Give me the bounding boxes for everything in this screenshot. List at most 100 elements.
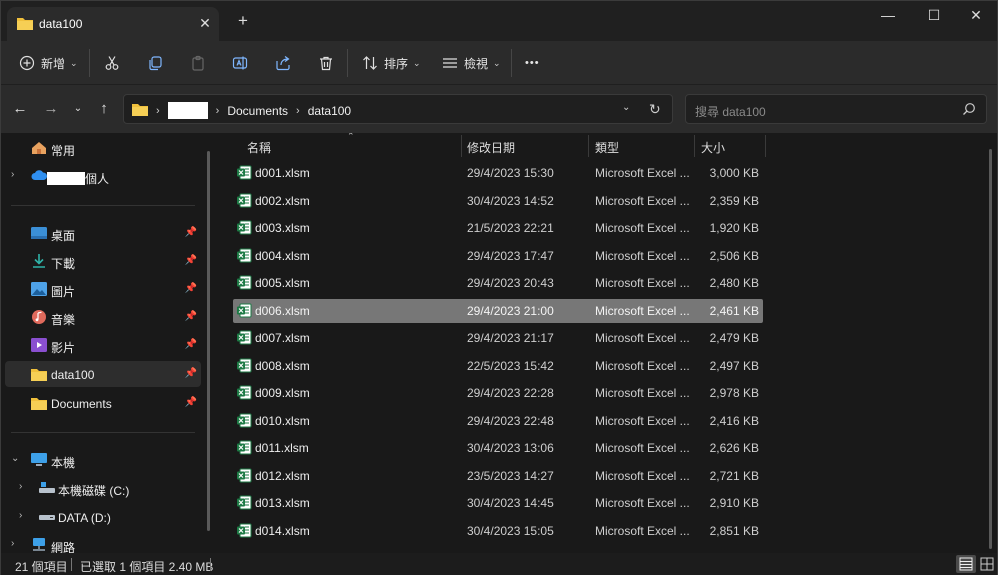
computer-icon	[31, 453, 47, 467]
column-divider[interactable]	[694, 135, 695, 157]
address-bar[interactable]: › › Documents › data100 ⌄ ↻	[123, 94, 673, 124]
file-size: 2,480 KB	[709, 276, 759, 290]
file-name: d010.xlsm	[255, 413, 310, 428]
minimize-button[interactable]: —	[865, 1, 911, 29]
table-row[interactable]: d002.xlsm 30/4/2023 14:52 Microsoft Excel …	[233, 189, 763, 213]
redacted-user-folder[interactable]	[167, 102, 208, 119]
breadcrumb-documents[interactable]: Documents	[227, 104, 288, 118]
column-divider[interactable]	[588, 135, 589, 157]
pin-icon[interactable]: 📌	[185, 368, 197, 379]
table-row[interactable]: d004.xlsm 29/4/2023 17:47 Microsoft Excel …	[233, 244, 763, 268]
paste-button[interactable]	[190, 49, 206, 77]
new-button[interactable]: 新增 ⌄	[19, 49, 78, 77]
table-row[interactable]: d008.xlsm 22/5/2023 15:42 Microsoft Excel …	[233, 354, 763, 378]
up-arrow-icon[interactable]: ↑	[94, 99, 114, 119]
table-row[interactable]: d013.xlsm 30/4/2023 14:45 Microsoft Excel …	[233, 491, 763, 515]
file-modified-date: 30/4/2023 14:52	[467, 193, 554, 208]
folder-icon	[132, 102, 148, 119]
column-divider[interactable]	[461, 135, 462, 157]
pin-icon[interactable]: 📌	[185, 283, 197, 294]
table-row[interactable]: d007.xlsm 29/4/2023 21:17 Microsoft Excel …	[233, 326, 763, 350]
chevron-right-icon[interactable]: ›	[11, 538, 14, 549]
sidebar-item-drive-d[interactable]: › DATA (D:)	[5, 504, 201, 530]
file-name: d003.xlsm	[255, 221, 310, 235]
sort-button[interactable]: 排序 ⌄	[362, 49, 421, 77]
toolbar-divider	[511, 49, 512, 77]
chevron-right-icon[interactable]: ›	[19, 481, 22, 492]
sidebar-item-downloads[interactable]: 下載 📌	[5, 248, 201, 274]
table-row[interactable]: d009.xlsm 29/4/2023 22:28 Microsoft Excel …	[233, 381, 763, 405]
chevron-right-icon[interactable]: ›	[11, 169, 14, 180]
sidebar-label-onedrive: 個人	[85, 172, 110, 186]
back-arrow-icon[interactable]: ←	[10, 99, 30, 119]
copy-icon	[147, 55, 163, 71]
thumbnails-view-icon[interactable]	[977, 555, 997, 573]
search-icon[interactable]	[962, 102, 976, 119]
share-button[interactable]	[275, 49, 291, 77]
sidebar-item-home[interactable]: 常用	[5, 135, 201, 161]
chevron-down-icon: ⌄	[70, 57, 78, 68]
sidebar-item-desktop[interactable]: 桌面 📌	[5, 220, 201, 246]
table-row[interactable]: d003.xlsm 21/5/2023 22:21 Microsoft Excel …	[233, 216, 763, 240]
tab-data100[interactable]: data100 ✕	[7, 7, 219, 41]
close-tab-icon[interactable]: ✕	[195, 13, 215, 33]
forward-arrow-icon[interactable]: →	[41, 99, 61, 119]
sidebar-item-drive-c[interactable]: › 本機磁碟 (C:)	[5, 475, 201, 501]
file-list-scrollbar[interactable]	[989, 149, 992, 549]
sidebar-item-pictures[interactable]: 圖片 📌	[5, 276, 201, 302]
file-size: 2,910 KB	[709, 496, 759, 510]
column-divider[interactable]	[765, 135, 766, 157]
copy-button[interactable]	[147, 49, 163, 77]
pin-icon[interactable]: 📌	[185, 397, 197, 408]
sidebar-item-this-pc[interactable]: ⌄ 本機	[5, 447, 201, 473]
file-modified-date: 23/5/2023 14:27	[467, 468, 554, 483]
search-box[interactable]: 搜尋 data100	[685, 94, 987, 124]
file-modified-date: 22/5/2023 15:42	[467, 358, 554, 373]
sidebar-item-onedrive[interactable]: › 個人	[5, 163, 201, 189]
table-row[interactable]: d014.xlsm 30/4/2023 15:05 Microsoft Excel …	[233, 519, 763, 543]
chevron-down-icon[interactable]: ⌄	[11, 453, 19, 464]
cloud-icon	[31, 169, 48, 183]
details-view-icon[interactable]	[956, 555, 976, 573]
view-button[interactable]: 檢視 ⌄	[442, 49, 501, 77]
file-name: d005.xlsm	[255, 276, 310, 290]
chevron-right-icon[interactable]: ›	[19, 510, 22, 521]
new-tab-button[interactable]: +	[233, 11, 253, 31]
sidebar-scrollbar[interactable]	[207, 151, 210, 531]
refresh-icon[interactable]: ↻	[649, 101, 661, 118]
table-row[interactable]: d012.xlsm 23/5/2023 14:27 Microsoft Excel …	[233, 464, 763, 488]
table-row[interactable]: d010.xlsm 29/4/2023 22:48 Microsoft Excel …	[233, 409, 763, 433]
address-history-chevron-icon[interactable]: ⌄	[622, 102, 630, 113]
column-header-modified[interactable]: 修改日期	[467, 139, 515, 156]
maximize-button[interactable]: ☐	[911, 1, 957, 29]
pin-icon[interactable]: 📌	[185, 339, 197, 350]
table-row[interactable]: d001.xlsm 29/4/2023 15:30 Microsoft Excel …	[233, 161, 763, 185]
column-header-name[interactable]: 名稱	[247, 139, 271, 156]
excel-file-icon	[237, 330, 252, 348]
command-bar: 新增 ⌄ 排序 ⌄ 檢視 ⌄ •••	[1, 41, 997, 85]
pin-icon[interactable]: 📌	[185, 311, 197, 322]
table-row[interactable]: d006.xlsm 29/4/2023 21:00 Microsoft Excel …	[233, 298, 763, 323]
sidebar-divider	[11, 205, 195, 206]
excel-file-icon	[237, 303, 252, 321]
sidebar-item-documents[interactable]: Documents 📌	[5, 390, 201, 416]
sidebar-label-home: 常用	[51, 144, 76, 158]
sidebar-item-videos[interactable]: 影片 📌	[5, 332, 201, 358]
table-row[interactable]: d005.xlsm 29/4/2023 20:43 Microsoft Excel …	[233, 271, 763, 295]
sort-ascending-icon: ⌃	[347, 133, 355, 141]
close-window-button[interactable]: ✕	[953, 1, 998, 29]
sidebar-item-data100[interactable]: data100 📌	[5, 361, 201, 387]
rename-button[interactable]	[232, 49, 248, 77]
pin-icon[interactable]: 📌	[185, 227, 197, 238]
pin-icon[interactable]: 📌	[185, 255, 197, 266]
cut-button[interactable]	[104, 49, 120, 77]
recent-locations-icon[interactable]: ⌄	[68, 99, 88, 119]
delete-button[interactable]	[318, 49, 334, 77]
sidebar-item-music[interactable]: 音樂 📌	[5, 304, 201, 330]
column-header-size[interactable]: 大小	[701, 139, 725, 156]
breadcrumb-data100[interactable]: data100	[308, 104, 351, 118]
more-options-button[interactable]: •••	[525, 49, 540, 77]
table-row[interactable]: d011.xlsm 30/4/2023 13:06 Microsoft Excel …	[233, 436, 763, 460]
column-header-type[interactable]: 類型	[595, 139, 619, 156]
network-icon	[31, 538, 47, 552]
